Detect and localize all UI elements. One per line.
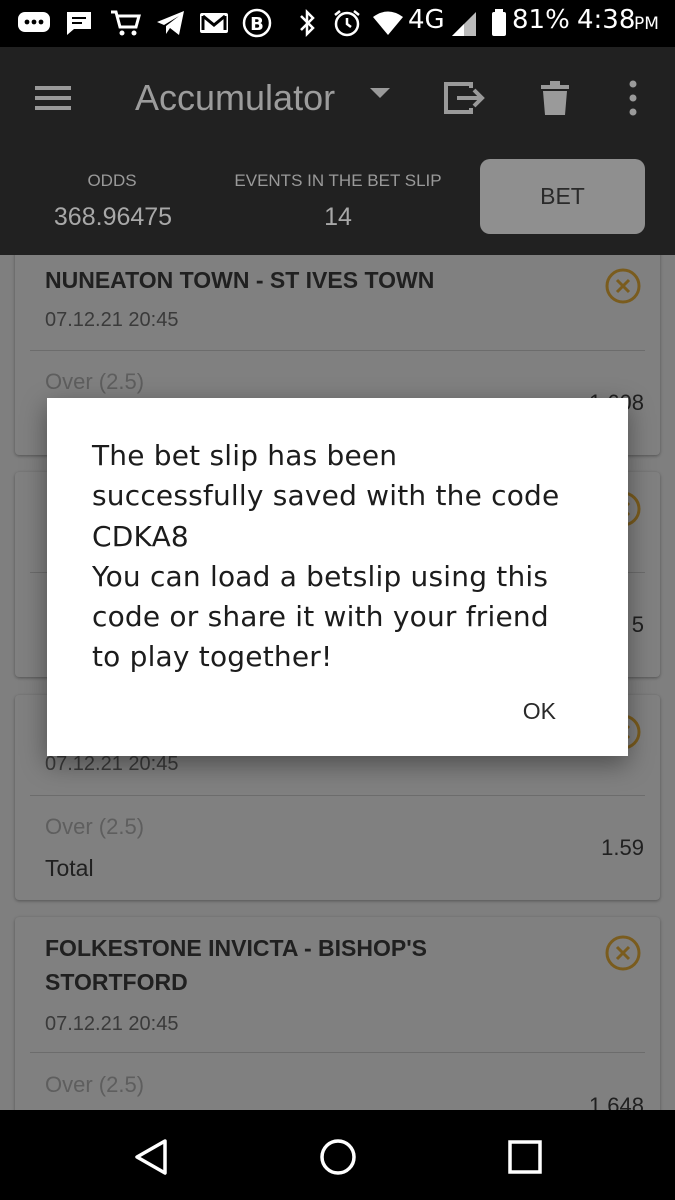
market-label: Over (2.5) — [45, 814, 145, 839]
gmail-icon — [200, 13, 228, 33]
dialog-line: The bet slip has been — [92, 439, 398, 472]
navigation-bar — [0, 1110, 675, 1200]
market-label: Over (2.5) — [45, 1072, 145, 1097]
home-icon[interactable] — [313, 1132, 363, 1182]
odd-value: 1.648 — [588, 1093, 644, 1110]
page-title[interactable]: Accumulator — [135, 77, 335, 119]
match-title-line2: STORTFORD — [45, 969, 188, 995]
share-icon[interactable] — [443, 80, 487, 116]
dialog-line: You can load a betslip using this — [92, 559, 549, 593]
odds-label: ODDS — [87, 171, 137, 190]
wifi-icon — [373, 11, 403, 35]
telegram-icon — [157, 11, 184, 35]
bet-card: FOLKESTONE INVICTA - BISHOP'S STORTFORD … — [15, 917, 660, 1110]
remove-icon[interactable] — [604, 934, 642, 972]
clock-time: 4:38 — [577, 5, 636, 35]
events-label: EVENTS IN THE BET SLIP — [234, 171, 442, 190]
dialog-line: code or share it with your friend — [92, 600, 549, 634]
match-title-line1: FOLKESTONE INVICTA - BISHOP'S — [45, 935, 428, 961]
more-options-icon[interactable] — [628, 80, 638, 116]
battery-percent: 81% — [512, 5, 570, 35]
bet-button[interactable]: BET — [480, 159, 645, 234]
match-date: 07.12.21 20:45 — [45, 1013, 179, 1035]
save-confirmation-dialog: The bet slip has been successfully saved… — [47, 398, 628, 756]
card-divider — [30, 795, 645, 796]
clock-ampm: PM — [634, 14, 659, 34]
card-divider — [30, 1052, 645, 1053]
messages-icon — [18, 12, 50, 32]
dialog-message: The bet slip has been successfully saved… — [92, 436, 602, 678]
odd-value: 5 — [631, 612, 644, 637]
chat-icon — [67, 12, 91, 35]
odds-value: 368.96475 — [53, 203, 173, 231]
remove-icon[interactable] — [604, 267, 642, 305]
market-label: Over (2.5) — [45, 369, 145, 394]
match-title: NUNEATON TOWN - ST IVES TOWN — [45, 267, 435, 293]
delete-icon[interactable] — [540, 80, 570, 116]
svg-text:B: B — [250, 14, 264, 35]
signal-icon — [452, 12, 476, 36]
status-bar: B 4G 81% 4:38 PM — [0, 0, 675, 47]
chevron-down-icon[interactable] — [370, 88, 390, 100]
dialog-line: to play together! — [92, 640, 333, 674]
odd-value: 1.59 — [601, 835, 644, 860]
ok-button[interactable]: OK — [523, 698, 556, 725]
cart-icon — [111, 10, 141, 36]
dialog-line: successfully saved with the code — [92, 479, 560, 513]
bluetooth-icon — [300, 8, 315, 38]
match-date: 07.12.21 20:45 — [45, 309, 179, 331]
card-divider — [30, 350, 645, 351]
betslip-code: CDKA8 — [92, 519, 189, 553]
menu-icon[interactable] — [35, 84, 71, 112]
match-date: 07.12.21 20:45 — [45, 753, 179, 775]
alarm-icon — [334, 10, 360, 37]
bitcoin-icon: B — [242, 8, 272, 38]
recent-apps-icon[interactable] — [500, 1132, 550, 1182]
battery-icon — [492, 9, 506, 36]
events-value: 14 — [324, 203, 352, 231]
bet-type: Total — [45, 855, 94, 881]
back-icon[interactable] — [125, 1132, 175, 1182]
network-type: 4G — [408, 5, 445, 35]
